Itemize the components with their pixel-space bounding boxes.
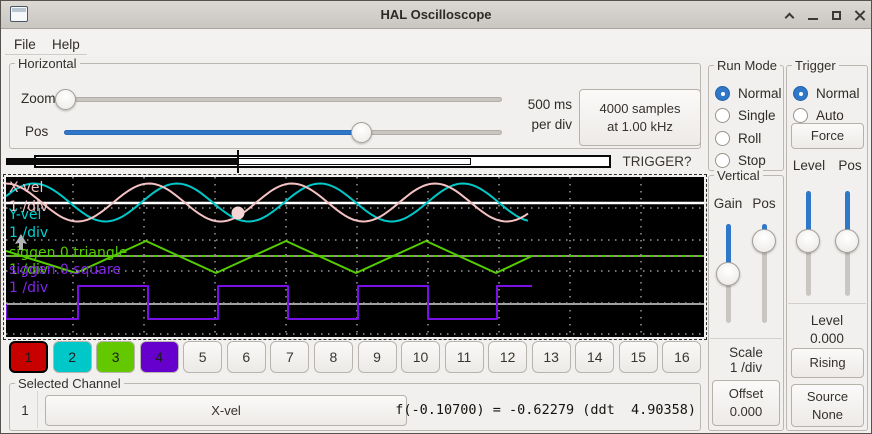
trigger-level-caption: Level bbox=[787, 313, 867, 328]
pos-label: Pos bbox=[25, 124, 48, 139]
scope-label: siggen.0.square bbox=[9, 263, 121, 278]
trigger-level-label: Level bbox=[789, 158, 829, 173]
minimize-icon bbox=[808, 18, 818, 20]
menu-item-file[interactable]: File bbox=[10, 35, 40, 54]
channel-button-13[interactable]: 13 bbox=[532, 341, 571, 373]
scope-label: 1 /div bbox=[9, 281, 48, 296]
vertical-pos-label: Pos bbox=[751, 196, 777, 211]
channel-button-7[interactable]: 7 bbox=[270, 341, 309, 373]
channel-button-6[interactable]: 6 bbox=[227, 341, 266, 373]
selected-channel-number: 1 bbox=[14, 403, 36, 418]
scope-label: Y-vel bbox=[9, 208, 41, 223]
radio-icon bbox=[793, 86, 808, 101]
vertical-legend: Vertical bbox=[714, 168, 763, 183]
record-filled-bar bbox=[6, 158, 238, 165]
title-bar: HAL Oscilloscope bbox=[1, 1, 871, 29]
trigger-status-label: TRIGGER? bbox=[611, 154, 703, 169]
zoom-slider[interactable] bbox=[56, 97, 502, 102]
scope-display[interactable]: X-vel1 /divY-vel1 /divsiggen.0.triangle1… bbox=[6, 177, 704, 337]
shade-button[interactable] bbox=[780, 5, 800, 25]
selected-channel-legend: Selected Channel bbox=[15, 376, 124, 391]
vertical-panel: Vertical Gain Pos Scale 1 /div Offset 0.… bbox=[708, 175, 784, 431]
minimize-button[interactable] bbox=[803, 5, 823, 25]
maximize-icon bbox=[832, 11, 841, 20]
channel-button-2[interactable]: 2 bbox=[53, 341, 92, 373]
trigger-level-handle[interactable] bbox=[796, 229, 820, 253]
close-button[interactable] bbox=[849, 5, 869, 25]
radio-icon bbox=[715, 108, 730, 123]
trigger-level-value: 0.000 bbox=[787, 331, 867, 346]
trigger-source-button[interactable]: Source None bbox=[791, 384, 864, 427]
scope-label: siggen.0.triangle bbox=[9, 246, 127, 261]
channel-button-14[interactable]: 14 bbox=[575, 341, 614, 373]
offset-button[interactable]: Offset 0.000 bbox=[712, 380, 780, 426]
hal-oscilloscope-window: HAL Oscilloscope File Help Horizontal Zoo… bbox=[0, 0, 872, 434]
channel-button-10[interactable]: 10 bbox=[401, 341, 440, 373]
vertical-gain-label: Gain bbox=[711, 196, 745, 211]
window-title: HAL Oscilloscope bbox=[1, 7, 871, 22]
scale-caption: Scale bbox=[709, 345, 783, 360]
run-mode-legend: Run Mode bbox=[714, 58, 780, 73]
trigger-pos-handle[interactable] bbox=[835, 229, 859, 253]
channel-button-11[interactable]: 11 bbox=[445, 341, 484, 373]
menu-item-help[interactable]: Help bbox=[48, 35, 84, 54]
radio-icon bbox=[715, 153, 730, 168]
channel-button-1[interactable]: 1 bbox=[9, 341, 48, 373]
channel-button-4[interactable]: 4 bbox=[140, 341, 179, 373]
channel-button-5[interactable]: 5 bbox=[183, 341, 222, 373]
scale-value: 1 /div bbox=[709, 360, 783, 375]
scope-label: 1 /div bbox=[9, 226, 48, 241]
pos-slider-handle[interactable] bbox=[351, 122, 372, 143]
record-cursor-tick bbox=[237, 150, 239, 173]
run-mode-panel: Run Mode Normal Single Roll Stop bbox=[708, 65, 784, 171]
separator bbox=[788, 303, 866, 304]
gain-slider-handle[interactable] bbox=[716, 262, 740, 286]
scope-label: X-vel bbox=[9, 181, 43, 196]
trace-siggen.0.square bbox=[6, 286, 532, 319]
value-readout: f(-0.10700) = -0.62279 (ddt 4.90358) bbox=[395, 402, 696, 418]
channel-button-3[interactable]: 3 bbox=[96, 341, 135, 373]
samples-button[interactable]: 4000 samples at 1.00 kHz bbox=[579, 89, 701, 146]
horizontal-legend: Horizontal bbox=[15, 56, 80, 71]
separator bbox=[710, 338, 782, 339]
menu-bar: File Help bbox=[1, 29, 871, 57]
channel-button-12[interactable]: 12 bbox=[488, 341, 527, 373]
trigger-legend: Trigger bbox=[792, 58, 839, 73]
selected-channel-panel: Selected Channel 1 X-vel f(-0.10700) = -… bbox=[9, 383, 701, 431]
channel-name-button[interactable]: X-vel bbox=[45, 395, 407, 426]
trigger-pos-label: Pos bbox=[837, 158, 863, 173]
radio-icon bbox=[793, 108, 808, 123]
radio-icon bbox=[715, 131, 730, 146]
zoom-slider-handle[interactable] bbox=[55, 89, 76, 110]
sample-marker-dot bbox=[232, 207, 245, 220]
horizontal-panel: Horizontal Zoom Pos 500 ms per div 4000 … bbox=[9, 63, 701, 149]
channel-button-16[interactable]: 16 bbox=[662, 341, 701, 373]
trigger-edge-button[interactable]: Rising bbox=[791, 348, 864, 378]
record-view-window bbox=[238, 158, 471, 165]
zoom-label: Zoom bbox=[21, 91, 56, 106]
time-per-div-label: 500 ms per div bbox=[496, 95, 572, 135]
channel-button-8[interactable]: 8 bbox=[314, 341, 353, 373]
menu-underline bbox=[5, 54, 87, 55]
force-button[interactable]: Force bbox=[791, 123, 864, 149]
chevron-up-icon bbox=[785, 13, 795, 23]
separator bbox=[37, 391, 38, 428]
maximize-button[interactable] bbox=[827, 5, 847, 25]
channel-button-9[interactable]: 9 bbox=[358, 341, 397, 373]
vertical-pos-handle[interactable] bbox=[752, 229, 776, 253]
radio-icon bbox=[715, 86, 730, 101]
pos-slider-fill bbox=[64, 130, 362, 135]
trigger-panel: Trigger Normal Auto Force Level Pos Leve… bbox=[786, 65, 868, 431]
channel-button-15[interactable]: 15 bbox=[619, 341, 658, 373]
